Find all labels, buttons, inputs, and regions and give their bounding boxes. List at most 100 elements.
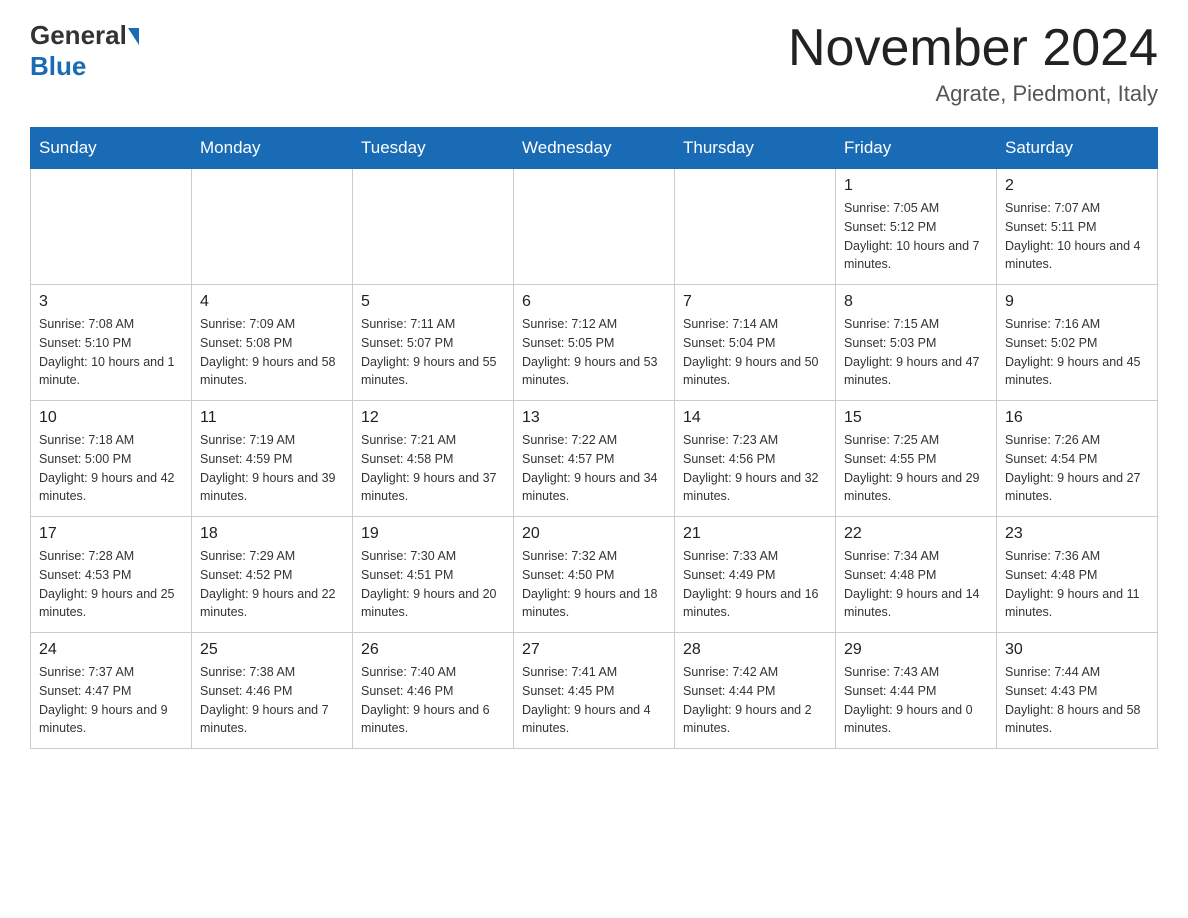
- calendar-cell: 6Sunrise: 7:12 AMSunset: 5:05 PMDaylight…: [514, 285, 675, 401]
- day-number: 29: [844, 641, 988, 659]
- calendar-cell: 27 Sunrise: 7:41 AMSunset: 4:45 PMDayligh…: [514, 633, 675, 749]
- day-info: Sunrise: 7:14 AMSunset: 5:04 PMDaylight:…: [683, 315, 827, 390]
- day-number: 27: [522, 641, 666, 659]
- calendar-cell: 28 Sunrise: 7:42 AMSunset: 4:44 PMDayligh…: [675, 633, 836, 749]
- day-info: Sunrise: 7:30 AMSunset: 4:51 PMDaylight:…: [361, 547, 505, 622]
- calendar-cell: 13 Sunrise: 7:22 AMSunset: 4:57 PMDayligh…: [514, 401, 675, 517]
- day-info: Sunrise: 7:22 AMSunset: 4:57 PMDaylight:…: [522, 431, 666, 506]
- calendar-cell: 11 Sunrise: 7:19 AMSunset: 4:59 PMDayligh…: [192, 401, 353, 517]
- day-info: Sunrise: 7:40 AMSunset: 4:46 PMDaylight:…: [361, 663, 505, 738]
- day-number: 22: [844, 525, 988, 543]
- calendar-cell: [675, 169, 836, 285]
- calendar-cell: 16 Sunrise: 7:26 AMSunset: 4:54 PMDayligh…: [997, 401, 1158, 517]
- day-info: Sunrise: 7:08 AMSunset: 5:10 PMDaylight:…: [39, 315, 183, 390]
- day-number: 10: [39, 409, 183, 427]
- day-info: Sunrise: 7:42 AMSunset: 4:44 PMDaylight:…: [683, 663, 827, 738]
- day-info: Sunrise: 7:18 AMSunset: 5:00 PMDaylight:…: [39, 431, 183, 506]
- calendar-cell: 21 Sunrise: 7:33 AMSunset: 4:49 PMDayligh…: [675, 517, 836, 633]
- calendar-cell: [31, 169, 192, 285]
- day-info: Sunrise: 7:16 AMSunset: 5:02 PMDaylight:…: [1005, 315, 1149, 390]
- day-number: 9: [1005, 293, 1149, 311]
- weekday-header-tuesday: Tuesday: [353, 128, 514, 169]
- calendar-cell: 10 Sunrise: 7:18 AMSunset: 5:00 PMDayligh…: [31, 401, 192, 517]
- calendar-cell: 17 Sunrise: 7:28 AMSunset: 4:53 PMDayligh…: [31, 517, 192, 633]
- calendar-cell: 20 Sunrise: 7:32 AMSunset: 4:50 PMDayligh…: [514, 517, 675, 633]
- day-number: 2: [1005, 177, 1149, 195]
- weekday-header-wednesday: Wednesday: [514, 128, 675, 169]
- page-header: General Blue November 2024 Agrate, Piedm…: [30, 20, 1158, 107]
- day-info: Sunrise: 7:28 AMSunset: 4:53 PMDaylight:…: [39, 547, 183, 622]
- day-info: Sunrise: 7:23 AMSunset: 4:56 PMDaylight:…: [683, 431, 827, 506]
- day-info: Sunrise: 7:29 AMSunset: 4:52 PMDaylight:…: [200, 547, 344, 622]
- day-info: Sunrise: 7:33 AMSunset: 4:49 PMDaylight:…: [683, 547, 827, 622]
- calendar-cell: 25Sunrise: 7:38 AMSunset: 4:46 PMDayligh…: [192, 633, 353, 749]
- calendar-cell: [192, 169, 353, 285]
- calendar-cell: 5 Sunrise: 7:11 AMSunset: 5:07 PMDaylight…: [353, 285, 514, 401]
- logo-arrow-icon: [128, 28, 139, 45]
- day-number: 12: [361, 409, 505, 427]
- calendar-cell: 30 Sunrise: 7:44 AMSunset: 4:43 PMDayligh…: [997, 633, 1158, 749]
- calendar-cell: 19 Sunrise: 7:30 AMSunset: 4:51 PMDayligh…: [353, 517, 514, 633]
- day-number: 16: [1005, 409, 1149, 427]
- weekday-header-monday: Monday: [192, 128, 353, 169]
- calendar-cell: 29 Sunrise: 7:43 AMSunset: 4:44 PMDayligh…: [836, 633, 997, 749]
- day-number: 14: [683, 409, 827, 427]
- day-info: Sunrise: 7:05 AMSunset: 5:12 PMDaylight:…: [844, 199, 988, 274]
- day-info: Sunrise: 7:43 AMSunset: 4:44 PMDaylight:…: [844, 663, 988, 738]
- calendar-cell: 23 Sunrise: 7:36 AMSunset: 4:48 PMDayligh…: [997, 517, 1158, 633]
- calendar-cell: 14 Sunrise: 7:23 AMSunset: 4:56 PMDayligh…: [675, 401, 836, 517]
- day-number: 21: [683, 525, 827, 543]
- day-number: 5: [361, 293, 505, 311]
- weekday-header-friday: Friday: [836, 128, 997, 169]
- calendar-cell: 22Sunrise: 7:34 AMSunset: 4:48 PMDayligh…: [836, 517, 997, 633]
- day-info: Sunrise: 7:11 AMSunset: 5:07 PMDaylight:…: [361, 315, 505, 390]
- day-number: 30: [1005, 641, 1149, 659]
- day-number: 20: [522, 525, 666, 543]
- calendar-cell: 18 Sunrise: 7:29 AMSunset: 4:52 PMDayligh…: [192, 517, 353, 633]
- day-info: Sunrise: 7:32 AMSunset: 4:50 PMDaylight:…: [522, 547, 666, 622]
- day-number: 24: [39, 641, 183, 659]
- calendar-cell: 7Sunrise: 7:14 AMSunset: 5:04 PMDaylight…: [675, 285, 836, 401]
- day-number: 11: [200, 409, 344, 427]
- location-subtitle: Agrate, Piedmont, Italy: [788, 81, 1158, 107]
- day-info: Sunrise: 7:41 AMSunset: 4:45 PMDaylight:…: [522, 663, 666, 738]
- calendar-week-row: 24 Sunrise: 7:37 AMSunset: 4:47 PMDayligh…: [31, 633, 1158, 749]
- day-info: Sunrise: 7:21 AMSunset: 4:58 PMDaylight:…: [361, 431, 505, 506]
- calendar-week-row: 1Sunrise: 7:05 AMSunset: 5:12 PMDaylight…: [31, 169, 1158, 285]
- calendar-week-row: 17 Sunrise: 7:28 AMSunset: 4:53 PMDayligh…: [31, 517, 1158, 633]
- calendar-cell: 9 Sunrise: 7:16 AMSunset: 5:02 PMDaylight…: [997, 285, 1158, 401]
- calendar-cell: 26 Sunrise: 7:40 AMSunset: 4:46 PMDayligh…: [353, 633, 514, 749]
- day-number: 13: [522, 409, 666, 427]
- day-number: 15: [844, 409, 988, 427]
- title-block: November 2024 Agrate, Piedmont, Italy: [788, 20, 1158, 107]
- day-number: 18: [200, 525, 344, 543]
- day-number: 19: [361, 525, 505, 543]
- calendar-cell: [514, 169, 675, 285]
- day-info: Sunrise: 7:09 AMSunset: 5:08 PMDaylight:…: [200, 315, 344, 390]
- day-info: Sunrise: 7:37 AMSunset: 4:47 PMDaylight:…: [39, 663, 183, 738]
- day-info: Sunrise: 7:36 AMSunset: 4:48 PMDaylight:…: [1005, 547, 1149, 622]
- day-info: Sunrise: 7:25 AMSunset: 4:55 PMDaylight:…: [844, 431, 988, 506]
- day-info: Sunrise: 7:07 AMSunset: 5:11 PMDaylight:…: [1005, 199, 1149, 274]
- day-info: Sunrise: 7:19 AMSunset: 4:59 PMDaylight:…: [200, 431, 344, 506]
- day-number: 28: [683, 641, 827, 659]
- calendar-cell: 3 Sunrise: 7:08 AMSunset: 5:10 PMDaylight…: [31, 285, 192, 401]
- calendar-cell: 1Sunrise: 7:05 AMSunset: 5:12 PMDaylight…: [836, 169, 997, 285]
- calendar-week-row: 10 Sunrise: 7:18 AMSunset: 5:00 PMDayligh…: [31, 401, 1158, 517]
- day-number: 17: [39, 525, 183, 543]
- day-number: 23: [1005, 525, 1149, 543]
- calendar-cell: 2 Sunrise: 7:07 AMSunset: 5:11 PMDaylight…: [997, 169, 1158, 285]
- calendar-week-row: 3 Sunrise: 7:08 AMSunset: 5:10 PMDaylight…: [31, 285, 1158, 401]
- logo-blue-text: Blue: [30, 51, 86, 82]
- day-number: 3: [39, 293, 183, 311]
- day-info: Sunrise: 7:44 AMSunset: 4:43 PMDaylight:…: [1005, 663, 1149, 738]
- day-info: Sunrise: 7:26 AMSunset: 4:54 PMDaylight:…: [1005, 431, 1149, 506]
- calendar-table: SundayMondayTuesdayWednesdayThursdayFrid…: [30, 127, 1158, 749]
- weekday-header-thursday: Thursday: [675, 128, 836, 169]
- calendar-cell: 12 Sunrise: 7:21 AMSunset: 4:58 PMDayligh…: [353, 401, 514, 517]
- weekday-header-row: SundayMondayTuesdayWednesdayThursdayFrid…: [31, 128, 1158, 169]
- calendar-cell: 4Sunrise: 7:09 AMSunset: 5:08 PMDaylight…: [192, 285, 353, 401]
- calendar-cell: 24 Sunrise: 7:37 AMSunset: 4:47 PMDayligh…: [31, 633, 192, 749]
- calendar-cell: 8Sunrise: 7:15 AMSunset: 5:03 PMDaylight…: [836, 285, 997, 401]
- day-number: 26: [361, 641, 505, 659]
